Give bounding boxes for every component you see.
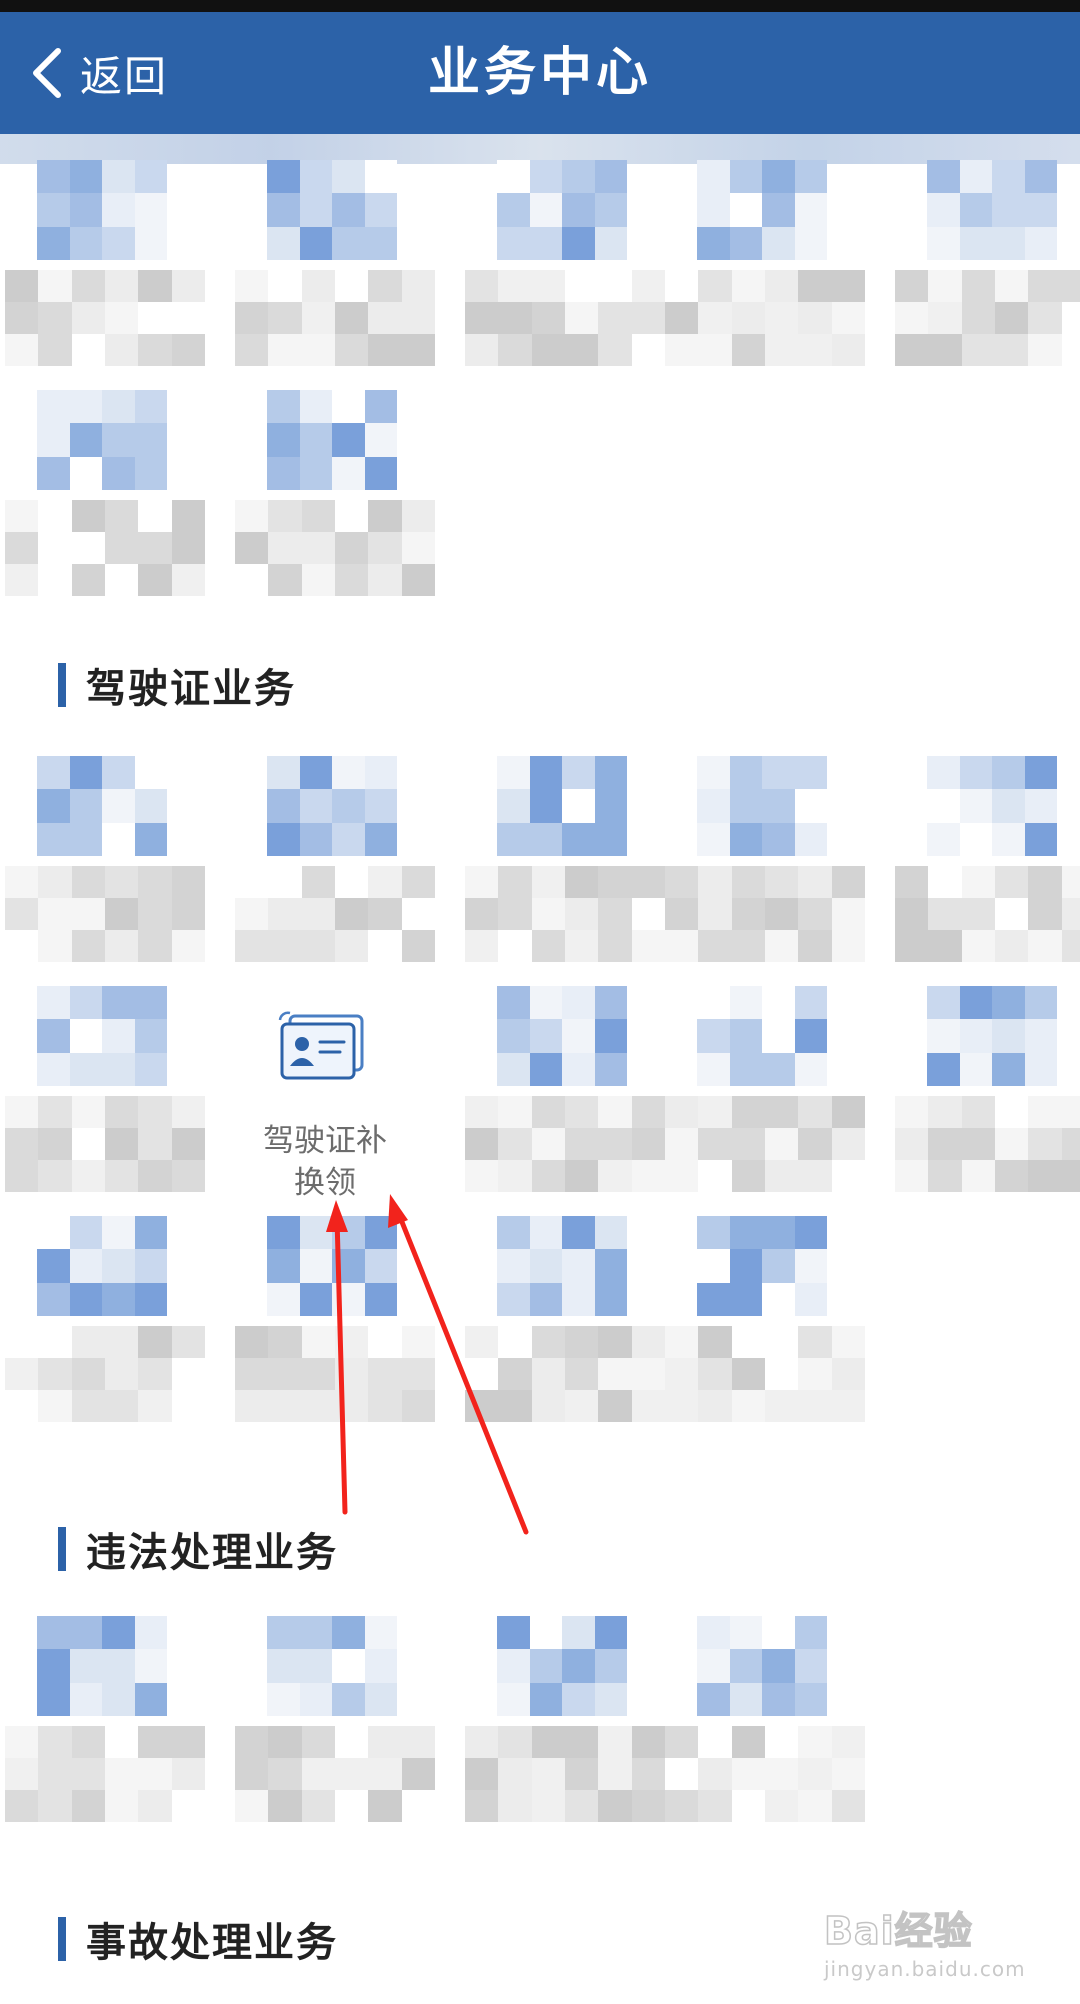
obscured-icon — [697, 756, 827, 856]
obscured-icon — [927, 986, 1057, 1086]
obscured-label — [5, 1726, 205, 1822]
obscured-icon — [497, 1616, 627, 1716]
obscured-label — [665, 1096, 865, 1192]
chevron-left-icon — [33, 48, 61, 98]
section-title: 违法处理业务 — [86, 1530, 338, 1576]
section-header-driver-license: 驾驶证业务 — [58, 656, 296, 714]
section-title: 驾驶证业务 — [86, 666, 296, 712]
navigation-bar: 返回 业务中心 — [0, 12, 1080, 134]
obscured-icon — [37, 986, 167, 1086]
obscured-label — [665, 1326, 865, 1422]
obscured-icon — [267, 1616, 397, 1716]
obscured-label — [5, 500, 205, 596]
obscured-icon — [697, 1216, 827, 1316]
obscured-icon — [267, 160, 397, 260]
obscured-icon — [697, 1616, 827, 1716]
obscured-label — [665, 1726, 865, 1822]
baidu-jingyan-watermark: Bai经验 jingyan.baidu.com — [823, 1900, 1054, 1990]
back-label: 返回 — [80, 51, 169, 101]
section-accent-bar — [58, 1527, 66, 1571]
watermark-logo: Bai经验 — [823, 1908, 973, 1954]
obscured-icon — [37, 160, 167, 260]
obscured-label — [5, 1096, 205, 1192]
obscured-icon — [37, 1216, 167, 1316]
obscured-label — [665, 270, 865, 366]
obscured-icon — [497, 756, 627, 856]
obscured-icon — [697, 986, 827, 1086]
section-accent-bar — [58, 663, 66, 707]
section-accent-bar — [58, 1917, 66, 1961]
section-title: 事故处理业务 — [86, 1920, 338, 1966]
obscured-icon — [927, 756, 1057, 856]
license-reissue-tile[interactable]: 驾驶证补 换领 — [230, 1010, 420, 1210]
obscured-icon — [37, 390, 167, 490]
obscured-icon — [927, 160, 1057, 260]
obscured-icon — [37, 1616, 167, 1716]
obscured-label — [5, 270, 205, 366]
obscured-label — [465, 1096, 665, 1192]
driver-license-card-icon — [278, 1011, 364, 1080]
obscured-label — [5, 1326, 205, 1422]
back-button[interactable]: 返回 — [28, 12, 168, 134]
obscured-icon — [497, 160, 627, 260]
obscured-icon — [497, 1216, 627, 1316]
obscured-icon — [37, 756, 167, 856]
license-reissue-label: 驾驶证补 换领 — [263, 1123, 387, 1201]
status-bar — [0, 0, 1080, 12]
obscured-label — [465, 866, 665, 962]
obscured-label — [895, 866, 1080, 962]
section-header-violation: 违法处理业务 — [58, 1520, 338, 1578]
obscured-label — [895, 1096, 1080, 1192]
section-header-accident: 事故处理业务 — [58, 1910, 338, 1968]
obscured-label — [235, 500, 435, 596]
obscured-label — [235, 270, 435, 366]
obscured-label — [235, 1326, 435, 1422]
obscured-label — [665, 866, 865, 962]
obscured-label — [5, 866, 205, 962]
obscured-icon — [497, 986, 627, 1086]
obscured-icon — [697, 160, 827, 260]
obscured-label — [235, 866, 435, 962]
obscured-label — [465, 1726, 665, 1822]
obscured-label — [465, 1326, 665, 1422]
obscured-icon — [267, 390, 397, 490]
obscured-icon — [267, 1216, 397, 1316]
obscured-icon — [267, 756, 397, 856]
obscured-label — [465, 270, 665, 366]
obscured-label — [235, 1726, 435, 1822]
obscured-label — [895, 270, 1080, 366]
watermark-url: jingyan.baidu.com — [824, 1957, 1026, 1981]
